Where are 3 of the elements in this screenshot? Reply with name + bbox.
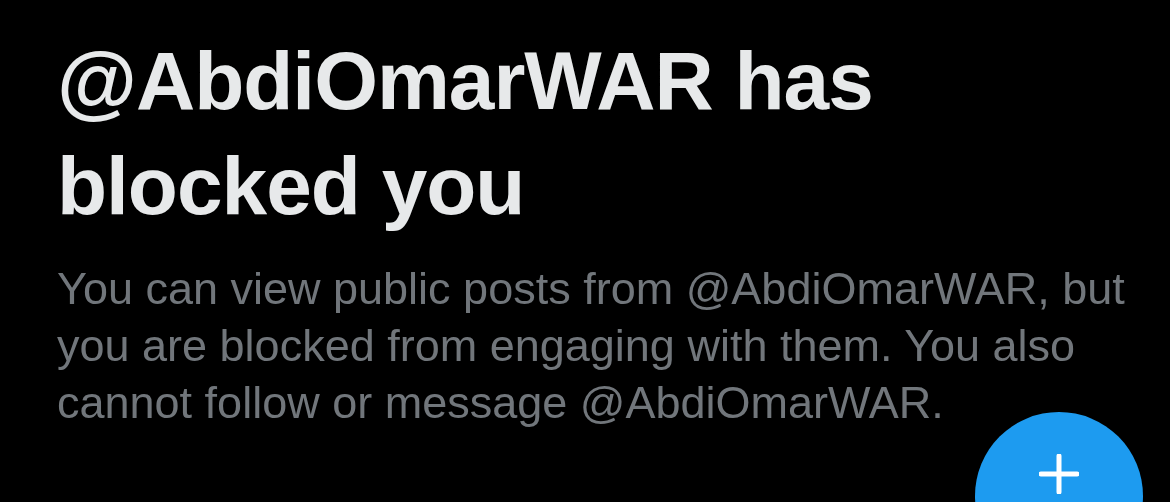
plus-icon	[1039, 454, 1079, 494]
blocked-title: @AbdiOmarWAR has blocked you	[57, 34, 874, 233]
blocked-message: You can view public posts from @AbdiOmarWAR, but you are blocked from engaging with them. You also cannot follow or message @AbdiOmarWAR.	[57, 262, 1126, 430]
